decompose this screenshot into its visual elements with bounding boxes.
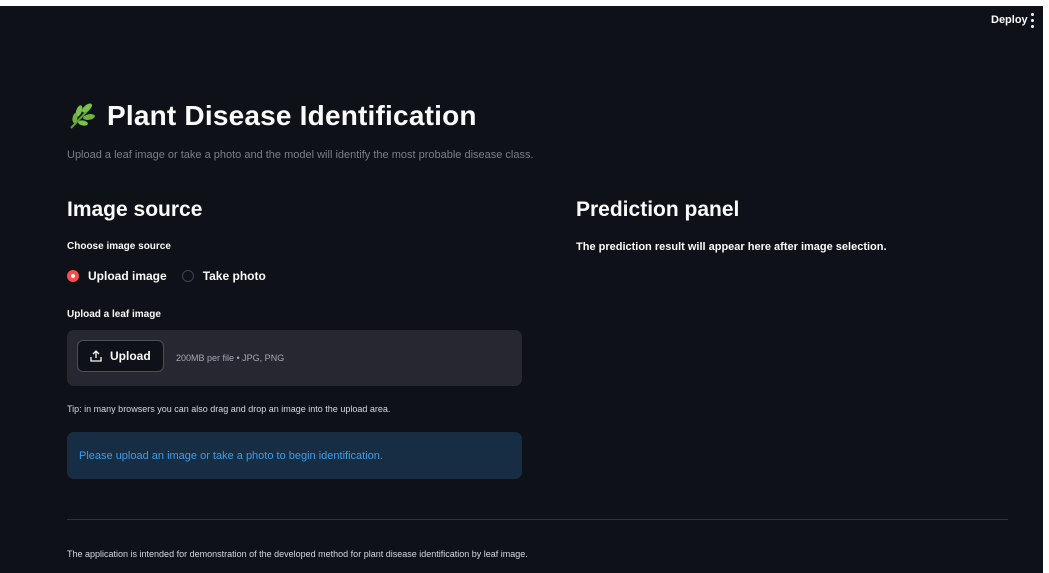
upload-button[interactable]: Upload xyxy=(77,340,164,372)
vertical-dots-icon[interactable] xyxy=(1030,13,1036,31)
radio-selected-icon xyxy=(67,270,79,282)
image-source-heading: Image source xyxy=(67,198,203,221)
upload-button-label: Upload xyxy=(110,349,151,363)
image-source-label: Choose image source xyxy=(67,241,171,252)
image-source-radio-group: Upload image Take photo xyxy=(67,269,281,283)
divider xyxy=(67,519,1008,520)
footer-text: The application is intended for demonstr… xyxy=(67,549,528,559)
upload-limits: 200MB per file • JPG, PNG xyxy=(176,353,285,363)
page-subtitle: Upload a leaf image or take a photo and … xyxy=(67,149,534,161)
info-alert-text: Please upload an image or take a photo t… xyxy=(79,450,383,462)
radio-upload-image[interactable]: Upload image xyxy=(67,269,167,283)
page-title-text: Plant Disease Identification xyxy=(107,100,477,131)
radio-label: Upload image xyxy=(88,269,167,283)
radio-unselected-icon xyxy=(181,270,194,282)
radio-label: Take photo xyxy=(202,269,266,283)
prediction-panel-heading: Prediction panel xyxy=(576,198,740,221)
upload-icon xyxy=(90,350,102,362)
page-title: Plant Disease Identification xyxy=(67,100,477,132)
file-dropzone[interactable]: Upload 200MB per file • JPG, PNG xyxy=(67,330,522,386)
prediction-placeholder: The prediction result will appear here a… xyxy=(576,241,887,253)
right-edge xyxy=(1043,6,1049,573)
herb-leaf-icon xyxy=(70,103,95,129)
deploy-button[interactable]: Deploy xyxy=(991,14,1028,26)
drag-drop-tip: Tip: in many browsers you can also drag … xyxy=(67,404,391,414)
top-edge xyxy=(0,0,1049,6)
radio-take-photo[interactable]: Take photo xyxy=(181,269,266,283)
upload-label: Upload a leaf image xyxy=(67,309,161,320)
info-alert: Please upload an image or take a photo t… xyxy=(67,432,522,479)
